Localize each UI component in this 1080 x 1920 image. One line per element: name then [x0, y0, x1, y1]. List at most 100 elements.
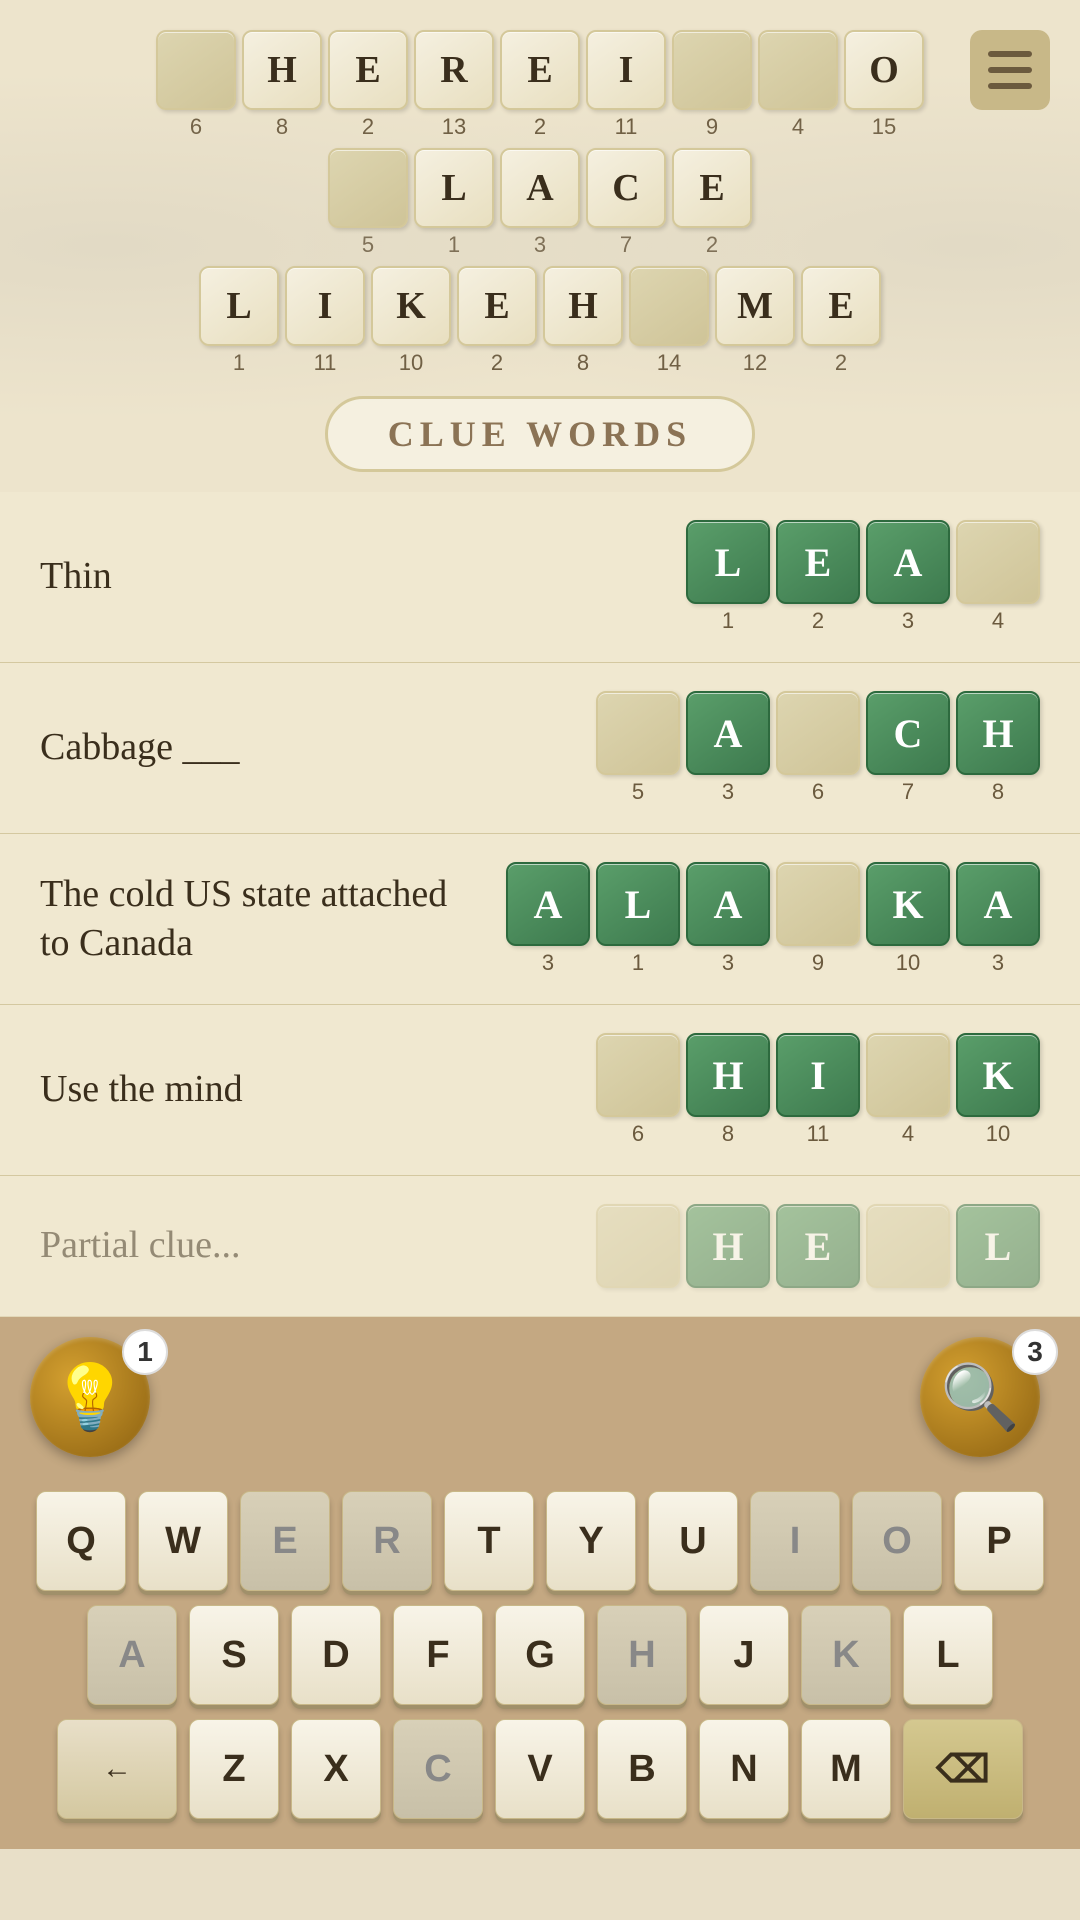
key-back-arrow[interactable]: ←	[57, 1719, 177, 1819]
clue-row-1: Thin L 1 E 2 A 3 4	[0, 492, 1080, 663]
key-q[interactable]: Q	[36, 1491, 126, 1591]
clue-tile: 9	[776, 862, 860, 976]
tile-num: 11	[314, 350, 337, 376]
reveal-powerup[interactable]: 🔍 3	[920, 1337, 1050, 1467]
tile-num: 4	[792, 114, 804, 140]
reveal-badge: 3	[1012, 1329, 1058, 1375]
clue-text-partial: Partial clue...	[40, 1221, 240, 1270]
clue-row-partial: Partial clue... H E L	[0, 1176, 1080, 1317]
key-t[interactable]: T	[444, 1491, 534, 1591]
key-x[interactable]: X	[291, 1719, 381, 1819]
answer-tile	[866, 1033, 950, 1117]
clue-text-3: The cold US state attached to Canada	[40, 870, 470, 969]
clue-tile: C 7	[866, 691, 950, 805]
clue-tile: L 1	[596, 862, 680, 976]
key-m[interactable]: M	[801, 1719, 891, 1819]
key-f[interactable]: F	[393, 1605, 483, 1705]
key-g[interactable]: G	[495, 1605, 585, 1705]
tile-num: 2	[534, 114, 546, 140]
puzzle-tile: L	[414, 148, 494, 228]
tile-num: 5	[362, 232, 374, 258]
tile-num: 1	[632, 950, 644, 976]
tile-num: 14	[657, 350, 681, 376]
tile-container: H 8	[543, 266, 623, 376]
clue-row-3: The cold US state attached to Canada A 3…	[0, 834, 1080, 1005]
answer-tile: E	[776, 520, 860, 604]
key-k[interactable]: K	[801, 1605, 891, 1705]
clue-tile: L 1	[686, 520, 770, 634]
key-y[interactable]: Y	[546, 1491, 636, 1591]
answer-tile	[956, 520, 1040, 604]
puzzle-tile: L	[199, 266, 279, 346]
clue-words-banner: CLUE WORDS	[325, 396, 755, 472]
key-w[interactable]: W	[138, 1491, 228, 1591]
key-p[interactable]: P	[954, 1491, 1044, 1591]
tile-num: 2	[835, 350, 847, 376]
tile-container: E 2	[672, 148, 752, 258]
tile-num: 10	[399, 350, 423, 376]
key-a[interactable]: A	[87, 1605, 177, 1705]
tile-container: C 7	[586, 148, 666, 258]
puzzle-tile: H	[543, 266, 623, 346]
clue-row-2: Cabbage ___ 5 A 3 6 C 7 H 8	[0, 663, 1080, 834]
key-l[interactable]: L	[903, 1605, 993, 1705]
tile-num: 8	[992, 779, 1004, 805]
tile-container: E 2	[801, 266, 881, 376]
clue-tiles-4: 6 H 8 I 11 4 K 10	[596, 1033, 1040, 1147]
tile-container: E 2	[457, 266, 537, 376]
key-c[interactable]: C	[393, 1719, 483, 1819]
puzzle-tile: R	[414, 30, 494, 110]
puzzle-tile	[758, 30, 838, 110]
key-i[interactable]: I	[750, 1491, 840, 1591]
key-u[interactable]: U	[648, 1491, 738, 1591]
answer-tile	[596, 1204, 680, 1288]
clue-tile: H	[686, 1204, 770, 1288]
puzzle-tile: M	[715, 266, 795, 346]
key-d[interactable]: D	[291, 1605, 381, 1705]
clue-text-4: Use the mind	[40, 1065, 243, 1114]
clue-tile: K 10	[866, 862, 950, 976]
key-n[interactable]: N	[699, 1719, 789, 1819]
puzzle-tile: A	[500, 148, 580, 228]
tile-num: 7	[620, 232, 632, 258]
tile-num: 6	[632, 1121, 644, 1147]
answer-tile: L	[596, 862, 680, 946]
puzzle-tile: I	[285, 266, 365, 346]
keyboard: Q W E R T Y U I O P A S D F G H J K L ← …	[20, 1491, 1060, 1819]
tile-container: I 11	[586, 30, 666, 140]
key-b[interactable]: B	[597, 1719, 687, 1819]
clue-tiles-2: 5 A 3 6 C 7 H 8	[596, 691, 1040, 805]
clue-tiles-3: A 3 L 1 A 3 9 K 10 A 3	[506, 862, 1040, 976]
key-e[interactable]: E	[240, 1491, 330, 1591]
answer-tile: H	[956, 691, 1040, 775]
clue-tile: E	[776, 1204, 860, 1288]
key-r[interactable]: R	[342, 1491, 432, 1591]
hint-powerup[interactable]: 💡 1	[30, 1337, 160, 1467]
tile-num: 8	[722, 1121, 734, 1147]
menu-button[interactable]	[970, 30, 1050, 110]
answer-tile: H	[686, 1204, 770, 1288]
key-j[interactable]: J	[699, 1605, 789, 1705]
clue-tile: H 8	[956, 691, 1040, 805]
tile-container: E 2	[328, 30, 408, 140]
answer-tile	[776, 862, 860, 946]
tile-container: H 8	[242, 30, 322, 140]
key-backspace[interactable]: ⌫	[903, 1719, 1023, 1819]
power-ups-row: 💡 1 🔍 3	[20, 1337, 1060, 1467]
puzzle-tile: I	[586, 30, 666, 110]
hint-badge: 1	[122, 1329, 168, 1375]
puzzle-tile: K	[371, 266, 451, 346]
tile-num: 2	[491, 350, 503, 376]
tile-num: 12	[743, 350, 767, 376]
key-s[interactable]: S	[189, 1605, 279, 1705]
key-o[interactable]: O	[852, 1491, 942, 1591]
tile-container: 5	[328, 148, 408, 258]
tile-num: 4	[902, 1121, 914, 1147]
answer-tile: A	[866, 520, 950, 604]
key-z[interactable]: Z	[189, 1719, 279, 1819]
key-h[interactable]: H	[597, 1605, 687, 1705]
key-v[interactable]: V	[495, 1719, 585, 1819]
puzzle-tile	[156, 30, 236, 110]
clue-tiles-partial: H E L	[596, 1204, 1040, 1288]
answer-tile: E	[776, 1204, 860, 1288]
